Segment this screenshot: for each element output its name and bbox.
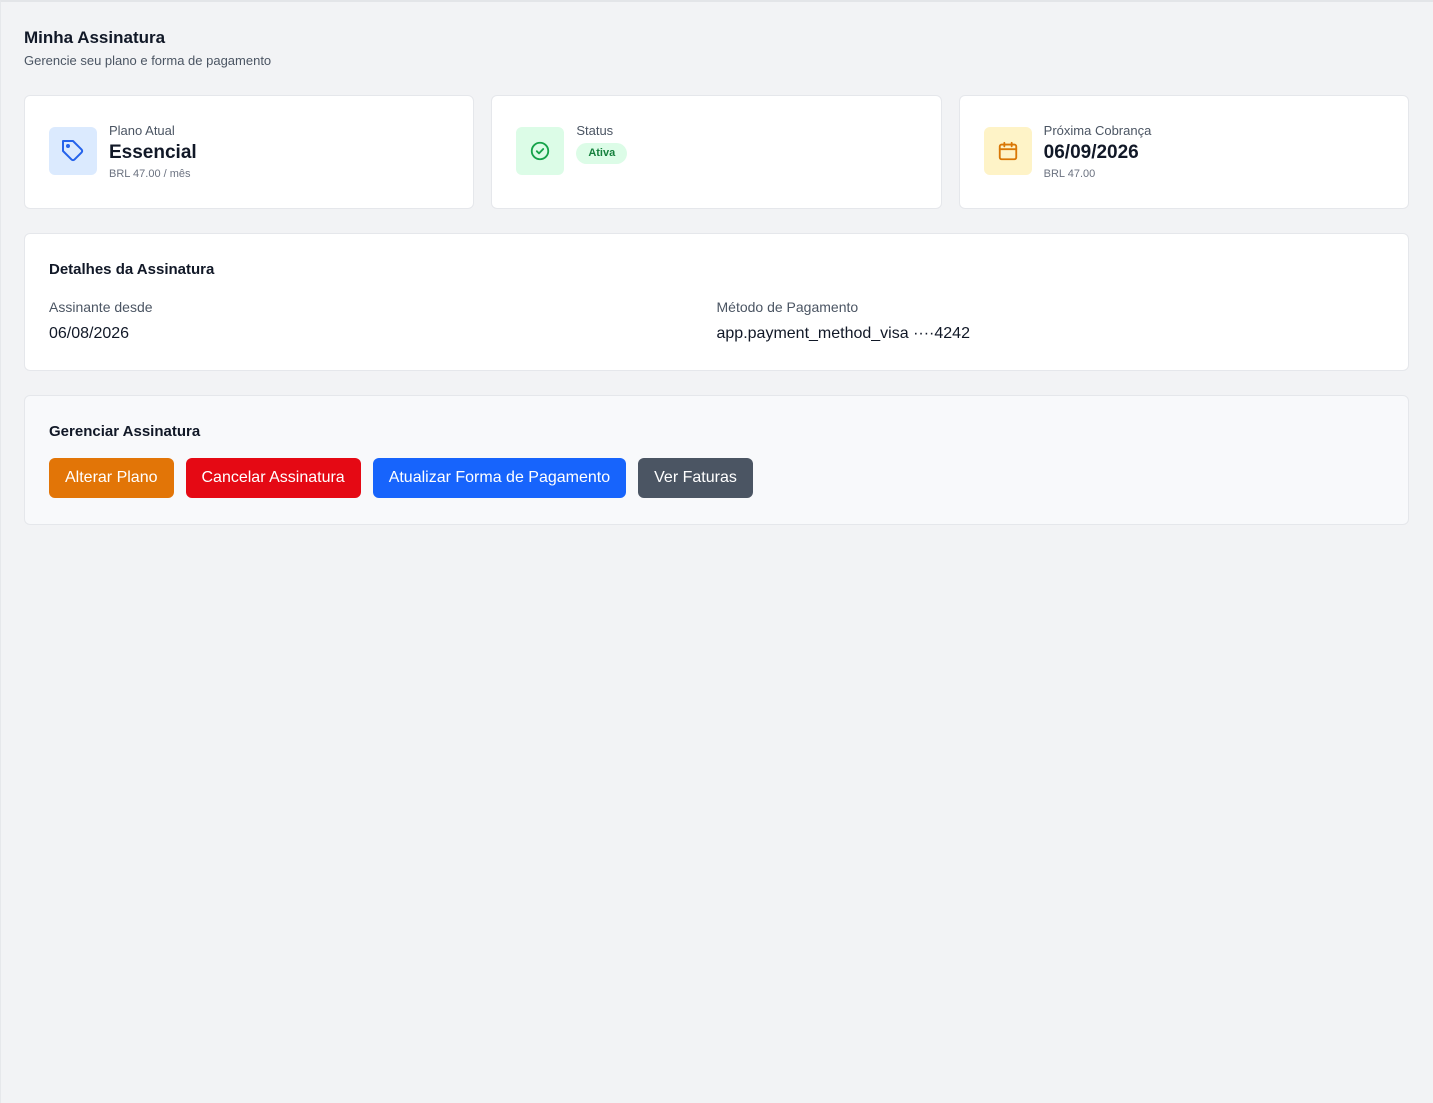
next-charge-info: Próxima Cobrança 06/09/2026 BRL 47.00 bbox=[1044, 122, 1152, 181]
calendar-icon bbox=[983, 127, 1032, 175]
subscription-details-panel: Detalhes da Assinatura Assinante desde 0… bbox=[24, 233, 1409, 371]
status-card: Status Ativa bbox=[491, 95, 942, 209]
next-charge-card: Próxima Cobrança 06/09/2026 BRL 47.00 bbox=[958, 95, 1409, 209]
status-badge: Ativa bbox=[576, 143, 628, 164]
details-grid: Assinante desde 06/08/2026 Método de Pag… bbox=[49, 298, 1384, 344]
manage-title: Gerenciar Assinatura bbox=[49, 423, 201, 440]
current-plan-price: BRL 47.00 / mês bbox=[109, 168, 191, 180]
page-subtitle: Gerencie seu plano e forma de pagamento bbox=[24, 53, 272, 68]
manage-subscription-panel: Gerenciar Assinatura Alterar Plano Cance… bbox=[24, 395, 1409, 525]
manage-actions: Alterar Plano Cancelar Assinatura Atuali… bbox=[49, 458, 1384, 498]
view-invoices-button[interactable]: Ver Faturas bbox=[638, 458, 753, 498]
current-plan-card: Plano Atual Essencial BRL 47.00 / mês bbox=[24, 95, 475, 209]
payment-method-label: Método de Pagamento bbox=[716, 299, 859, 315]
summary-cards: Plano Atual Essencial BRL 47.00 / mês St… bbox=[24, 95, 1409, 209]
details-title: Detalhes da Assinatura bbox=[49, 261, 215, 278]
current-plan-info: Plano Atual Essencial BRL 47.00 / mês bbox=[109, 122, 197, 181]
subscriber-since-value: 06/08/2026 bbox=[49, 325, 130, 342]
next-charge-label: Próxima Cobrança bbox=[1043, 123, 1152, 138]
tag-icon bbox=[49, 127, 97, 175]
current-plan-label: Plano Atual bbox=[109, 123, 175, 138]
subscriber-since-label: Assinante desde bbox=[49, 299, 153, 315]
next-charge-date: 06/09/2026 bbox=[1043, 142, 1139, 163]
page-title: Minha Assinatura bbox=[24, 28, 166, 47]
next-charge-amount: BRL 47.00 bbox=[1043, 168, 1096, 180]
cancel-subscription-button[interactable]: Cancelar Assinatura bbox=[185, 458, 361, 498]
check-circle-icon bbox=[516, 127, 565, 175]
status-info: Status Ativa bbox=[576, 122, 628, 164]
subscription-page: Minha Assinatura Gerencie seu plano e fo… bbox=[1, 2, 1433, 525]
current-plan-value: Essencial bbox=[109, 142, 197, 163]
status-label: Status bbox=[576, 123, 614, 138]
change-plan-button[interactable]: Alterar Plano bbox=[49, 458, 174, 498]
payment-method: Método de Pagamento app.payment_method_v… bbox=[717, 298, 1385, 344]
subscriber-since: Assinante desde 06/08/2026 bbox=[49, 298, 717, 344]
update-payment-button[interactable]: Atualizar Forma de Pagamento bbox=[372, 458, 627, 498]
payment-method-value: app.payment_method_visa ····4242 bbox=[716, 325, 970, 342]
